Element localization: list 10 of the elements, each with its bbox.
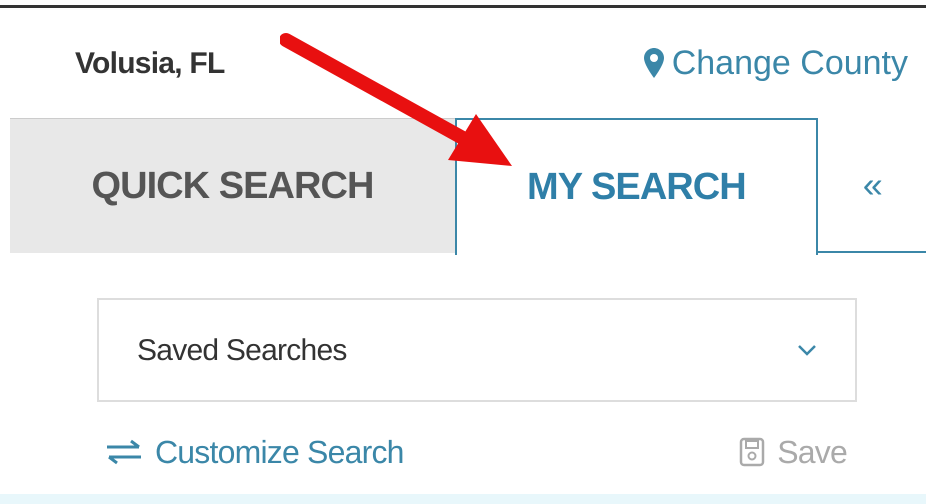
- chevron-down-icon: [797, 344, 817, 356]
- collapse-toggle[interactable]: «: [862, 158, 883, 212]
- tab[interactable]: MY SEARCH: [455, 118, 818, 255]
- swap-arrows-icon: [105, 439, 143, 465]
- saved-searches-dropdown[interactable]: Saved Searches: [97, 298, 857, 402]
- customize-search-link[interactable]: Customize Search: [105, 428, 404, 476]
- tab[interactable]: QUICK SEARCH: [10, 118, 455, 253]
- map-pin-icon: [644, 48, 664, 78]
- change-county-link[interactable]: Change County: [644, 38, 908, 88]
- county-name: Volusia, FL: [75, 46, 225, 82]
